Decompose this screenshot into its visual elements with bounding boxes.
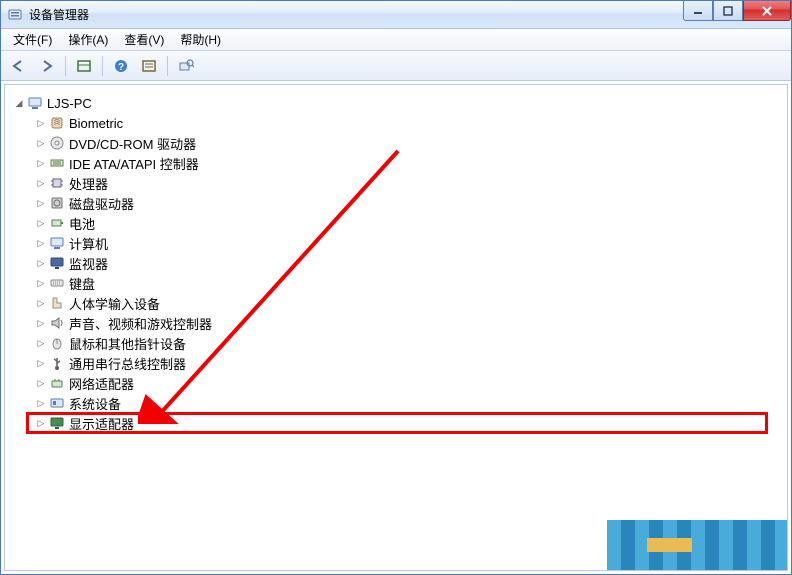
expand-icon[interactable]: ▷ [35,277,47,289]
tree-node-label: DVD/CD-ROM 驱动器 [69,134,196,153]
toolbar: ? [1,51,791,81]
biometric-icon [49,115,65,131]
computer-icon [27,95,43,111]
window-title: 设备管理器 [29,6,89,23]
menu-action[interactable]: 操作(A) [60,29,116,51]
monitor-icon [49,255,65,271]
expand-icon[interactable]: ▷ [35,177,47,189]
tree-node-network[interactable]: ▷ 网络适配器 [27,373,787,393]
expand-icon[interactable]: ▷ [35,337,47,349]
tree-root[interactable]: ◢ LJS-PC [5,93,787,113]
tree-node-ide[interactable]: ▷ IDE ATA/ATAPI 控制器 [27,153,787,173]
hid-icon [49,295,65,311]
tree-node-label: 鼠标和其他指针设备 [69,334,186,353]
app-icon [7,7,23,23]
disk-icon [49,195,65,211]
tree-node-label: 监视器 [69,254,108,273]
expand-icon[interactable]: ▷ [35,377,47,389]
sound-icon [49,315,65,331]
tree-node-label: 显示适配器 [69,414,134,433]
tree-node-label: 网络适配器 [69,374,134,393]
nav-forward-button[interactable] [35,54,59,78]
expand-icon[interactable]: ▷ [35,217,47,229]
system-icon [49,395,65,411]
expand-icon[interactable]: ▷ [35,197,47,209]
menu-view[interactable]: 查看(V) [116,29,172,51]
menu-help[interactable]: 帮助(H) [172,29,229,51]
maximize-button[interactable] [713,1,743,21]
expand-icon[interactable]: ▷ [35,397,47,409]
tree-node-computer[interactable]: ▷ 计算机 [27,233,787,253]
nav-back-button[interactable] [7,54,31,78]
tree-node-monitor[interactable]: ▷ 监视器 [27,253,787,273]
display-icon [49,415,65,431]
redacted-overlay [607,520,787,570]
help-button[interactable]: ? [109,54,133,78]
tree-node-hid[interactable]: ▷ 人体学输入设备 [27,293,787,313]
expand-icon[interactable]: ▷ [35,297,47,309]
tree-node-label: 磁盘驱动器 [69,194,134,213]
tree-node-label: 人体学输入设备 [69,294,160,313]
device-manager-window: 设备管理器 文件(F) 操作(A) 查看(V) 帮助(H) [0,0,792,575]
menu-file[interactable]: 文件(F) [5,29,60,51]
tree-node-system[interactable]: ▷ 系统设备 [27,393,787,413]
tree-node-label: Biometric [69,116,123,131]
mouse-icon [49,335,65,351]
cpu-icon [49,175,65,191]
titlebar[interactable]: 设备管理器 [1,1,791,29]
expand-icon[interactable]: ▷ [35,137,47,149]
content-area: ◢ LJS-PC ▷ Biometric ▷ DVD/CD-ROM 驱动器 ▷ IDE A… [4,84,788,571]
properties-button[interactable] [137,54,161,78]
tree-children: ▷ Biometric ▷ DVD/CD-ROM 驱动器 ▷ IDE ATA/ATAPI … [5,113,787,433]
tree-node-sound[interactable]: ▷ 声音、视频和游戏控制器 [27,313,787,333]
tree-node-label: 系统设备 [69,394,121,413]
tree-node-usb[interactable]: ▷ 通用串行总线控制器 [27,353,787,373]
expand-icon[interactable]: ▷ [35,317,47,329]
tree-node-display[interactable]: ▷ 显示适配器 [27,413,787,433]
tree-node-mouse[interactable]: ▷ 鼠标和其他指针设备 [27,333,787,353]
expand-icon[interactable]: ▷ [35,257,47,269]
menubar: 文件(F) 操作(A) 查看(V) 帮助(H) [1,29,791,51]
tree-node-battery[interactable]: ▷ 电池 [27,213,787,233]
tree-node-label: 计算机 [69,234,108,253]
scan-hardware-button[interactable] [174,54,198,78]
expand-icon[interactable]: ▷ [35,237,47,249]
battery-icon [49,215,65,231]
keyboard-icon [49,275,65,291]
usb-icon [49,355,65,371]
expand-icon[interactable]: ▷ [35,357,47,369]
tree-node-keyboard[interactable]: ▷ 键盘 [27,273,787,293]
expand-icon[interactable]: ▷ [35,117,47,129]
tree-root-label: LJS-PC [47,96,92,111]
computer-icon [49,235,65,251]
tree-node-label: 键盘 [69,274,95,293]
expand-icon[interactable]: ▷ [35,157,47,169]
toolbar-separator [65,56,66,76]
network-icon [49,375,65,391]
show-hidden-button[interactable] [72,54,96,78]
tree-node-disk[interactable]: ▷ 磁盘驱动器 [27,193,787,213]
minimize-button[interactable] [683,1,713,21]
tree-node-label: 声音、视频和游戏控制器 [69,314,212,333]
window-controls [683,1,791,21]
tree-node-biometric[interactable]: ▷ Biometric [27,113,787,133]
toolbar-separator [167,56,168,76]
tree-node-label: 电池 [69,214,95,233]
optical-icon [49,135,65,151]
tree-node-label: IDE ATA/ATAPI 控制器 [69,154,199,173]
collapse-icon[interactable]: ◢ [13,97,25,109]
toolbar-separator [102,56,103,76]
ide-icon [49,155,65,171]
expand-icon[interactable]: ▷ [35,417,47,429]
device-tree: ◢ LJS-PC ▷ Biometric ▷ DVD/CD-ROM 驱动器 ▷ IDE A… [5,89,787,433]
tree-node-label: 通用串行总线控制器 [69,354,186,373]
close-button[interactable] [743,1,791,21]
tree-node-label: 处理器 [69,174,108,193]
tree-node-cpu[interactable]: ▷ 处理器 [27,173,787,193]
tree-node-optical[interactable]: ▷ DVD/CD-ROM 驱动器 [27,133,787,153]
svg-text:?: ? [118,62,124,73]
